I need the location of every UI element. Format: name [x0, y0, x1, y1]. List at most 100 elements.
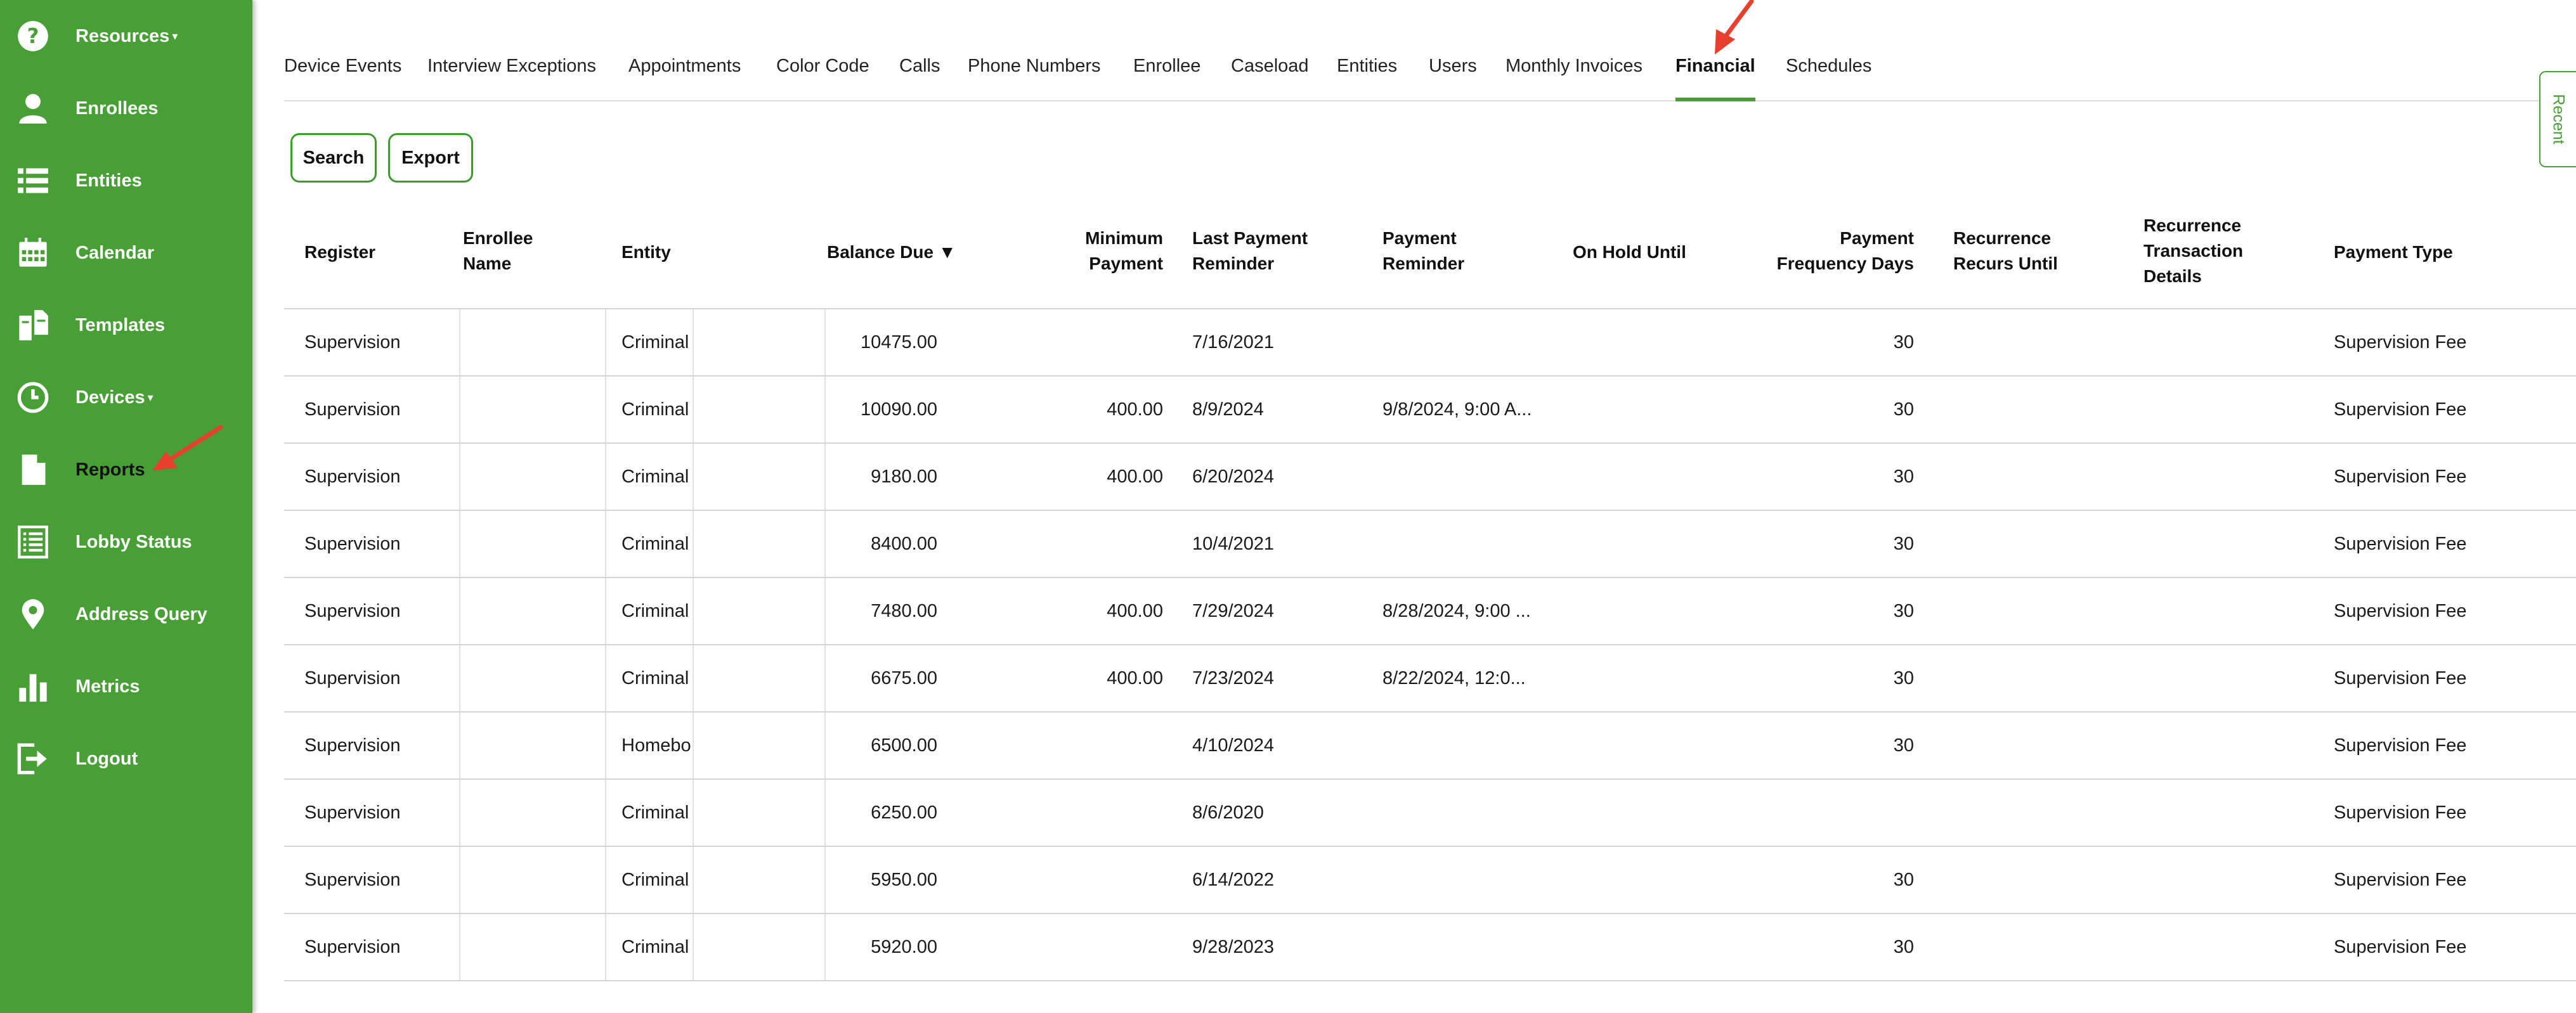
search-button[interactable]: Search — [290, 133, 377, 183]
table-row[interactable]: Supervision Criminal 5950.00 6/14/2022 30 Sup… — [284, 847, 2576, 914]
tab-enrollee[interactable]: Enrollee — [1133, 56, 1200, 77]
sidebar-item-enrollees[interactable]: Enrollees — [0, 72, 252, 145]
cell-recurrence-recurs-until — [1953, 780, 2131, 846]
cell-recurrence-transaction-details — [2143, 578, 2321, 644]
cell-recurrence-recurs-until — [1953, 309, 2131, 375]
column-divider — [605, 645, 606, 711]
cell-recurrence-recurs-until — [1953, 511, 2131, 577]
sidebar-item-templates[interactable]: Templates — [0, 289, 252, 361]
cell-balance-due: 5950.00 — [871, 869, 937, 890]
cell-last-payment-reminder: 9/28/2023 — [1192, 936, 1275, 957]
cell-recurrence-transaction-details — [2143, 309, 2321, 375]
tab-appointments[interactable]: Appointments — [628, 56, 741, 77]
table-row[interactable]: Supervision Criminal 10475.00 7/16/2021 30 Su… — [284, 309, 2576, 377]
tab-calls[interactable]: Calls — [899, 56, 940, 77]
cell-recurrence-transaction-details — [2143, 914, 2321, 980]
cell-payment-frequency-days: 30 — [1893, 668, 1914, 688]
tab-users[interactable]: Users — [1429, 56, 1477, 77]
column-divider — [459, 780, 460, 846]
column-divider — [693, 645, 694, 711]
sidebar-item-lobby-status[interactable]: Lobby Status — [0, 506, 252, 578]
sidebar-item-metrics[interactable]: Metrics — [0, 650, 252, 723]
cell-payment-reminder — [1382, 309, 1535, 375]
column-header-last-payment-reminder[interactable]: Last Payment Reminder — [1192, 226, 1332, 276]
column-divider — [605, 578, 606, 644]
tab-financial[interactable]: Financial — [1675, 56, 1755, 77]
sidebar-item-entities[interactable]: Entities — [0, 145, 252, 217]
column-divider — [459, 847, 460, 913]
recent-label: Recent — [2549, 94, 2568, 145]
table-row[interactable]: Supervision Criminal 6250.00 8/6/2020 Superv… — [284, 780, 2576, 847]
export-button[interactable]: Export — [388, 133, 473, 183]
sidebar-item-calendar[interactable]: Calendar — [0, 217, 252, 289]
column-header-enrollee-name[interactable]: Enrollee Name — [463, 226, 552, 276]
sort-desc-icon: ▼ — [938, 242, 956, 262]
table-row[interactable]: Supervision Criminal 5920.00 9/28/2023 30 Sup… — [284, 914, 2576, 981]
recent-panel-tab[interactable]: Recent — [2539, 71, 2576, 167]
table-row[interactable]: Supervision Criminal 8400.00 10/4/2021 30 Sup… — [284, 511, 2576, 578]
column-divider — [824, 444, 826, 510]
column-header-register[interactable]: Register — [304, 240, 375, 265]
column-header-balance-due[interactable]: Balance Due ▼ — [827, 240, 956, 265]
tab-phone-numbers[interactable]: Phone Numbers — [968, 56, 1101, 77]
cell-balance-due: 6250.00 — [871, 802, 937, 823]
tab-monthly-invoices[interactable]: Monthly Invoices — [1506, 56, 1643, 77]
cell-payment-type: Supervision Fee — [2334, 600, 2467, 621]
table-row[interactable]: Supervision Criminal 10090.00 400.00 8/9/202… — [284, 377, 2576, 444]
table-row[interactable]: Supervision Criminal 6675.00 400.00 7/23/202… — [284, 645, 2576, 713]
column-divider — [824, 645, 826, 711]
list-icon — [15, 163, 51, 198]
cell-balance-due: 10475.00 — [861, 332, 937, 352]
column-header-minimum-payment[interactable]: Minimum Payment — [1036, 226, 1163, 276]
cell-enrollee-name — [463, 645, 602, 711]
cell-entity: Criminal — [621, 802, 689, 823]
table-row[interactable]: Supervision Criminal 7480.00 400.00 7/29/202… — [284, 578, 2576, 645]
column-divider — [459, 578, 460, 644]
tab-interview-exceptions[interactable]: Interview Exceptions — [427, 56, 596, 77]
cell-last-payment-reminder: 7/16/2021 — [1192, 332, 1275, 352]
cell-recurrence-recurs-until — [1953, 847, 2131, 913]
tab-device-events[interactable]: Device Events — [284, 56, 401, 77]
column-divider — [824, 780, 826, 846]
cell-payment-frequency-days: 30 — [1893, 936, 1914, 957]
column-header-on-hold-until[interactable]: On Hold Until — [1573, 240, 1686, 265]
table-row[interactable]: Supervision Criminal 9180.00 400.00 6/20/202… — [284, 444, 2576, 511]
cell-payment-frequency-days: 30 — [1893, 466, 1914, 487]
sidebar-item-logout[interactable]: Logout — [0, 723, 252, 795]
cell-minimum-payment — [1036, 309, 1163, 375]
sidebar-item-address-query[interactable]: Address Query — [0, 578, 252, 650]
column-header-recurrence-recurs-until[interactable]: Recurrence Recurs Until — [1953, 226, 2080, 276]
cell-payment-reminder — [1382, 847, 1535, 913]
cell-minimum-payment: 400.00 — [1107, 466, 1163, 487]
cell-payment-type: Supervision Fee — [2334, 802, 2467, 823]
table-row[interactable]: Supervision Homebo 6500.00 4/10/2024 30 Super… — [284, 713, 2576, 780]
cell-recurrence-transaction-details — [2143, 780, 2321, 846]
cell-payment-type: Supervision Fee — [2334, 332, 2467, 352]
cell-minimum-payment — [1036, 713, 1163, 778]
sidebar-item-resources[interactable]: ? Resources ▾ — [0, 0, 252, 72]
cell-payment-reminder: 9/8/2024, 9:00 A... — [1382, 399, 1532, 420]
chevron-down-icon: ▾ — [172, 30, 178, 43]
tab-caseload[interactable]: Caseload — [1231, 56, 1309, 77]
column-divider — [824, 377, 826, 442]
cell-payment-frequency-days: 30 — [1893, 399, 1914, 420]
cell-entity: Criminal — [621, 869, 689, 890]
sidebar-item-label: Lobby Status — [75, 531, 192, 552]
tab-color-code[interactable]: Color Code — [776, 56, 869, 77]
tab-entities[interactable]: Entities — [1337, 56, 1397, 77]
row-divider — [284, 980, 2576, 981]
cell-entity: Criminal — [621, 668, 689, 688]
cell-payment-frequency-days: 30 — [1893, 869, 1914, 890]
svg-text:?: ? — [27, 24, 39, 48]
cell-entity: Criminal — [621, 533, 689, 554]
cell-recurrence-transaction-details — [2143, 713, 2321, 778]
tab-schedules[interactable]: Schedules — [1786, 56, 1871, 77]
column-header-payment-type[interactable]: Payment Type — [2334, 240, 2453, 265]
column-header-payment-reminder[interactable]: Payment Reminder — [1382, 226, 1490, 276]
column-header-recurrence-transaction-details[interactable]: Recurrence Transaction Details — [2143, 213, 2270, 289]
column-divider — [459, 713, 460, 778]
cell-on-hold-until — [1573, 713, 1750, 778]
column-divider — [693, 309, 694, 375]
column-header-payment-frequency-days[interactable]: Payment Frequency Days — [1762, 226, 1914, 276]
column-header-entity[interactable]: Entity — [621, 240, 671, 265]
